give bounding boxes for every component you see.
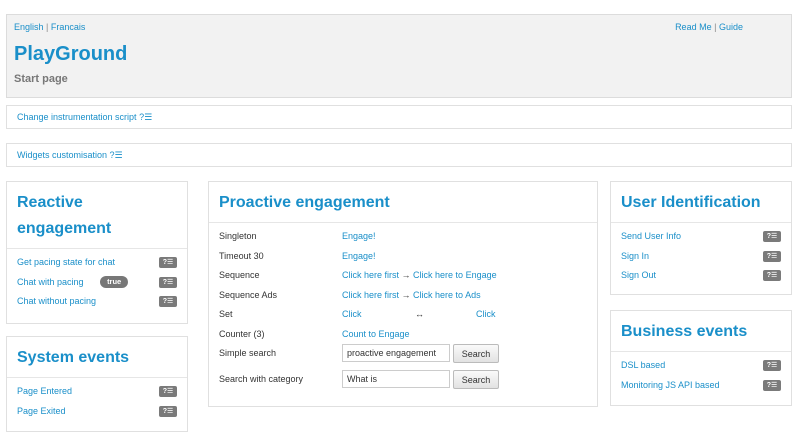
- sign-in-link[interactable]: Sign In: [621, 251, 649, 261]
- get-pacing-state-link[interactable]: Get pacing state for chat: [17, 257, 115, 267]
- list-item: Chat with pacing true ?☰: [17, 273, 177, 293]
- simple-search-button[interactable]: Search: [453, 344, 499, 363]
- simple-search-row: Simple search Search: [219, 344, 587, 370]
- page-subtitle: Start page: [14, 73, 68, 85]
- user-identification-panel: User Identification Send User Info ?☰ Si…: [610, 181, 792, 295]
- monitoring-js-api-link[interactable]: Monitoring JS API based: [621, 380, 720, 390]
- simple-search-label: Simple search: [219, 348, 277, 358]
- page-title: PlayGround: [14, 43, 128, 65]
- help-menu-icon[interactable]: ?☰: [159, 296, 177, 307]
- singleton-row: Singleton Engage!: [219, 227, 587, 247]
- timeout-row: Timeout 30 Engage!: [219, 247, 587, 267]
- user-identification-title: User Identification: [611, 182, 791, 223]
- help-menu-icon[interactable]: ?☰: [159, 257, 177, 268]
- sequence-row: Sequence Click here first → Click here t…: [219, 266, 587, 286]
- set-row: Set Click ↔ Click: [219, 305, 587, 325]
- list-item: Chat without pacing ?☰: [17, 292, 177, 312]
- lang-separator: |: [46, 22, 49, 32]
- counter-label: Counter (3): [219, 328, 265, 339]
- sequence-ads-label: Sequence Ads: [219, 289, 278, 300]
- guide-link[interactable]: Guide: [719, 22, 743, 32]
- sequence-label: Sequence: [219, 270, 260, 280]
- page-entered-link[interactable]: Page Entered: [17, 386, 72, 396]
- list-item: DSL based ?☰: [621, 356, 781, 376]
- pacing-status-badge: true: [100, 276, 129, 289]
- lang-french-link[interactable]: Francais: [51, 22, 86, 32]
- help-menu-icon[interactable]: ?☰: [763, 270, 781, 281]
- list-item: Sign Out ?☰: [621, 266, 781, 286]
- system-events-title: System events: [7, 337, 187, 378]
- sequence-links: Click here first → Click here to Engage: [342, 266, 497, 286]
- right-arrow-icon: →: [401, 270, 411, 280]
- system-events-panel: System events Page Entered ?☰ Page Exite…: [6, 336, 188, 432]
- reactive-engagement-title: Reactive engagement: [7, 182, 187, 249]
- sequence-engage-link[interactable]: Click here to Engage: [413, 270, 497, 280]
- category-search-input[interactable]: [342, 370, 450, 388]
- count-to-engage-link[interactable]: Count to Engage: [342, 325, 410, 345]
- help-menu-icon[interactable]: ?☰: [159, 386, 177, 397]
- change-instrumentation-link[interactable]: Change instrumentation script ?☰: [17, 112, 152, 122]
- list-item: Sign In ?☰: [621, 247, 781, 267]
- send-user-info-link[interactable]: Send User Info: [621, 231, 681, 241]
- lang-english-link[interactable]: English: [14, 22, 44, 32]
- help-links-separator: |: [714, 22, 717, 32]
- set-click-link-1[interactable]: Click: [342, 305, 362, 325]
- page-exited-link[interactable]: Page Exited: [17, 406, 66, 416]
- category-search-label: Search with category: [219, 374, 304, 384]
- category-search-row: Search with category Search: [219, 370, 587, 396]
- help-menu-icon[interactable]: ?☰: [763, 360, 781, 371]
- instrumentation-bar: Change instrumentation script ?☰: [6, 105, 792, 129]
- list-item: Page Entered ?☰: [17, 382, 177, 402]
- category-search-button[interactable]: Search: [453, 370, 499, 389]
- language-switcher: English | Francais: [14, 22, 85, 32]
- sequence-ads-row: Sequence Ads Click here first → Click he…: [219, 286, 587, 306]
- set-label: Set: [219, 309, 233, 319]
- sequence-ads-link[interactable]: Click here to Ads: [413, 290, 481, 300]
- help-links: Read Me | Guide: [675, 22, 743, 32]
- widgets-customisation-link[interactable]: Widgets customisation ?☰: [17, 150, 123, 160]
- dsl-based-link[interactable]: DSL based: [621, 360, 665, 370]
- proactive-engagement-title: Proactive engagement: [209, 182, 597, 223]
- readme-link[interactable]: Read Me: [675, 22, 712, 32]
- proactive-engagement-panel: Proactive engagement Singleton Engage! T…: [208, 181, 598, 407]
- reactive-engagement-panel: Reactive engagement Get pacing state for…: [6, 181, 188, 324]
- singleton-label: Singleton: [219, 231, 257, 241]
- set-click-link-2[interactable]: Click: [476, 305, 496, 325]
- timeout-label: Timeout 30: [219, 250, 264, 261]
- sequence-ads-links: Click here first → Click here to Ads: [342, 286, 481, 306]
- list-item: Page Exited ?☰: [17, 402, 177, 422]
- sign-out-link[interactable]: Sign Out: [621, 270, 656, 280]
- list-item: Get pacing state for chat ?☰: [17, 253, 177, 273]
- widgets-bar: Widgets customisation ?☰: [6, 143, 792, 167]
- list-item: Send User Info ?☰: [621, 227, 781, 247]
- business-events-panel: Business events DSL based ?☰ Monitoring …: [610, 310, 792, 406]
- business-events-title: Business events: [611, 311, 791, 352]
- singleton-engage-link[interactable]: Engage!: [342, 227, 376, 247]
- list-item: Monitoring JS API based ?☰: [621, 376, 781, 396]
- simple-search-input[interactable]: [342, 344, 450, 362]
- counter-row: Counter (3) Count to Engage: [219, 325, 587, 345]
- help-menu-icon[interactable]: ?☰: [159, 405, 177, 417]
- chat-with-pacing-link[interactable]: Chat with pacing: [17, 277, 84, 287]
- sequence-first-link[interactable]: Click here first: [342, 270, 399, 280]
- timeout-engage-link[interactable]: Engage!: [342, 247, 376, 267]
- left-right-arrow-icon: ↔: [415, 309, 424, 319]
- page-header: English | Francais Read Me | Guide PlayG…: [6, 14, 792, 98]
- chat-without-pacing-link[interactable]: Chat without pacing: [17, 296, 96, 306]
- right-arrow-icon: →: [401, 289, 411, 300]
- help-menu-icon[interactable]: ?☰: [763, 379, 781, 391]
- help-menu-icon[interactable]: ?☰: [763, 231, 781, 242]
- sequence-ads-first-link[interactable]: Click here first: [342, 290, 399, 300]
- help-menu-icon[interactable]: ?☰: [159, 276, 177, 288]
- help-menu-icon[interactable]: ?☰: [763, 250, 781, 262]
